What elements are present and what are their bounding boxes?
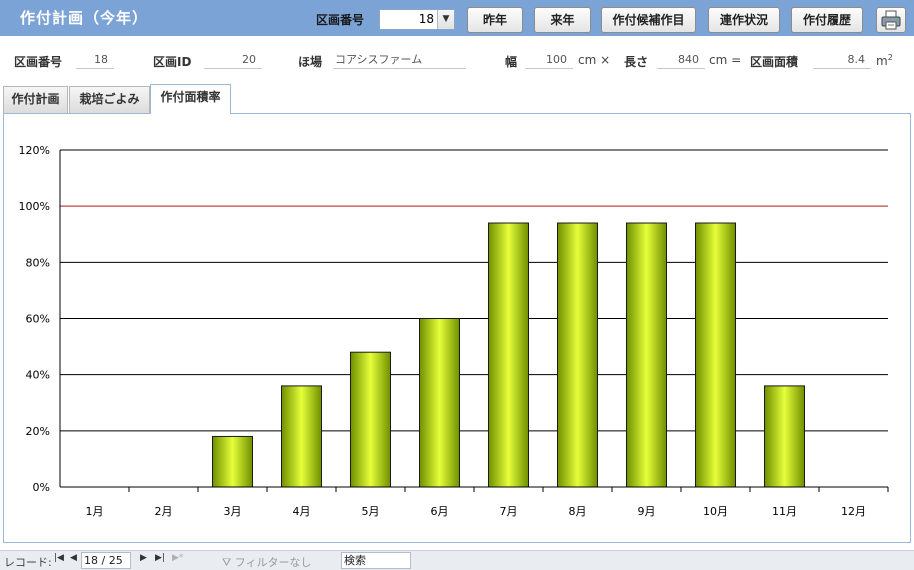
area-unit-superscript: 2 — [887, 53, 893, 62]
print-button[interactable] — [876, 7, 906, 33]
bar-8 — [556, 222, 599, 488]
chart-panel: 0% 20% 40% 60% 80% 100% 120% 1月 2月 3月 4月 5月 6月 7月 8月 9月… — [3, 113, 911, 543]
page-title: 作付計画（今年） — [20, 9, 149, 27]
area-label: 区画面積 — [750, 55, 799, 69]
crop-history-button[interactable]: 作付履歴 — [791, 7, 863, 33]
area-unit: m2 — [876, 53, 893, 68]
funnel-icon: ⛛ — [222, 556, 232, 569]
plot-number-label: 区画番号 — [14, 55, 63, 69]
first-record-icon[interactable]: |◀ — [54, 553, 64, 563]
x-tick-label: 4月 — [293, 505, 311, 518]
x-tick-label: 2月 — [155, 505, 173, 518]
width-label: 幅 — [505, 55, 518, 69]
axes — [59, 150, 889, 492]
y-tick-label: 100% — [19, 200, 50, 213]
bar-10 — [694, 222, 737, 488]
chevron-down-icon[interactable]: ▼ — [437, 10, 454, 29]
filter-status-text: フィルターなし — [234, 556, 312, 569]
area-ratio-chart: 0% 20% 40% 60% 80% 100% 120% 1月 2月 3月 4月 5月 6月 7月 8月 9月… — [19, 144, 889, 518]
tab-crop-plan[interactable]: 作付計画 — [3, 86, 68, 113]
x-tick-label: 3月 — [224, 505, 242, 518]
x-tick-label: 8月 — [569, 505, 587, 518]
bar-4 — [280, 385, 323, 488]
y-tick-label: 120% — [19, 144, 50, 157]
plot-number-select[interactable]: 18 ▼ — [379, 9, 455, 30]
area-field[interactable]: 8.4 — [813, 52, 871, 69]
record-navigation-bar: レコード: |◀ ◀ 18 / 25 ▶ ▶| ▶* ⛛ フィルターなし 検索 — [0, 550, 914, 570]
title-bar: 作付計画（今年） 区画番号 18 ▼ 昨年 来年 作付候補作目 連作状況 作付履… — [0, 0, 914, 36]
y-tick-label: 0% — [33, 481, 50, 494]
record-label: レコード: — [4, 556, 52, 569]
x-tick-label: 5月 — [362, 505, 380, 518]
x-tick-label: 7月 — [500, 505, 518, 518]
length-field[interactable]: 840 — [657, 52, 705, 69]
y-tick-label: 60% — [26, 313, 50, 326]
length-unit: cm = — [709, 53, 742, 67]
plot-selector-label: 区画番号 — [316, 13, 365, 27]
bar-7 — [487, 222, 530, 488]
y-tick-label: 40% — [26, 369, 50, 382]
x-tick-label: 6月 — [431, 505, 449, 518]
plot-id-label: 区画ID — [153, 55, 192, 69]
bar-5 — [349, 351, 392, 488]
length-label: 長さ — [624, 55, 649, 69]
x-tick-label: 1月 — [86, 505, 104, 518]
tab-planting-area-ratio[interactable]: 作付面積率 — [150, 84, 231, 114]
new-record-icon[interactable]: ▶* — [172, 553, 183, 563]
y-tick-label: 80% — [26, 256, 50, 269]
field-label: ほ場 — [298, 55, 323, 69]
bar-3 — [211, 435, 254, 488]
tab-cultivation-calendar[interactable]: 栽培ごよみ — [69, 86, 150, 113]
previous-record-icon[interactable]: ◀ — [70, 553, 77, 563]
bar-11 — [763, 385, 806, 488]
last-record-icon[interactable]: ▶| — [155, 553, 165, 563]
width-unit: cm × — [578, 53, 611, 67]
next-record-icon[interactable]: ▶ — [140, 553, 147, 563]
filter-status[interactable]: ⛛ フィルターなし — [222, 554, 312, 570]
bar-9 — [625, 222, 668, 488]
y-tick-label: 20% — [26, 425, 50, 438]
area-unit-text: m — [876, 54, 888, 68]
x-tick-label: 9月 — [638, 505, 656, 518]
x-tick-label: 11月 — [772, 505, 797, 518]
last-year-button[interactable]: 昨年 — [467, 7, 523, 33]
search-input[interactable]: 検索 — [341, 552, 411, 569]
rotation-status-button[interactable]: 連作状況 — [708, 7, 780, 33]
x-tick-label: 12月 — [841, 505, 866, 518]
app-window: 作付計画（今年） 区画番号 18 ▼ 昨年 来年 作付候補作目 連作状況 作付履… — [0, 0, 914, 570]
printer-icon — [881, 10, 901, 30]
field-name-field[interactable]: コアシスファーム — [333, 52, 466, 69]
grid-lines — [60, 149, 888, 432]
plot-number-select-value: 18 — [418, 12, 434, 26]
candidate-crops-button[interactable]: 作付候補作目 — [601, 7, 696, 33]
record-position-input[interactable]: 18 / 25 — [81, 552, 131, 569]
width-field[interactable]: 100 — [525, 52, 573, 69]
plot-id-field[interactable]: 20 — [204, 52, 262, 69]
x-tick-label: 10月 — [703, 505, 728, 518]
bar-6 — [418, 318, 461, 488]
plot-number-field[interactable]: 18 — [76, 52, 114, 69]
next-year-button[interactable]: 来年 — [534, 7, 591, 33]
